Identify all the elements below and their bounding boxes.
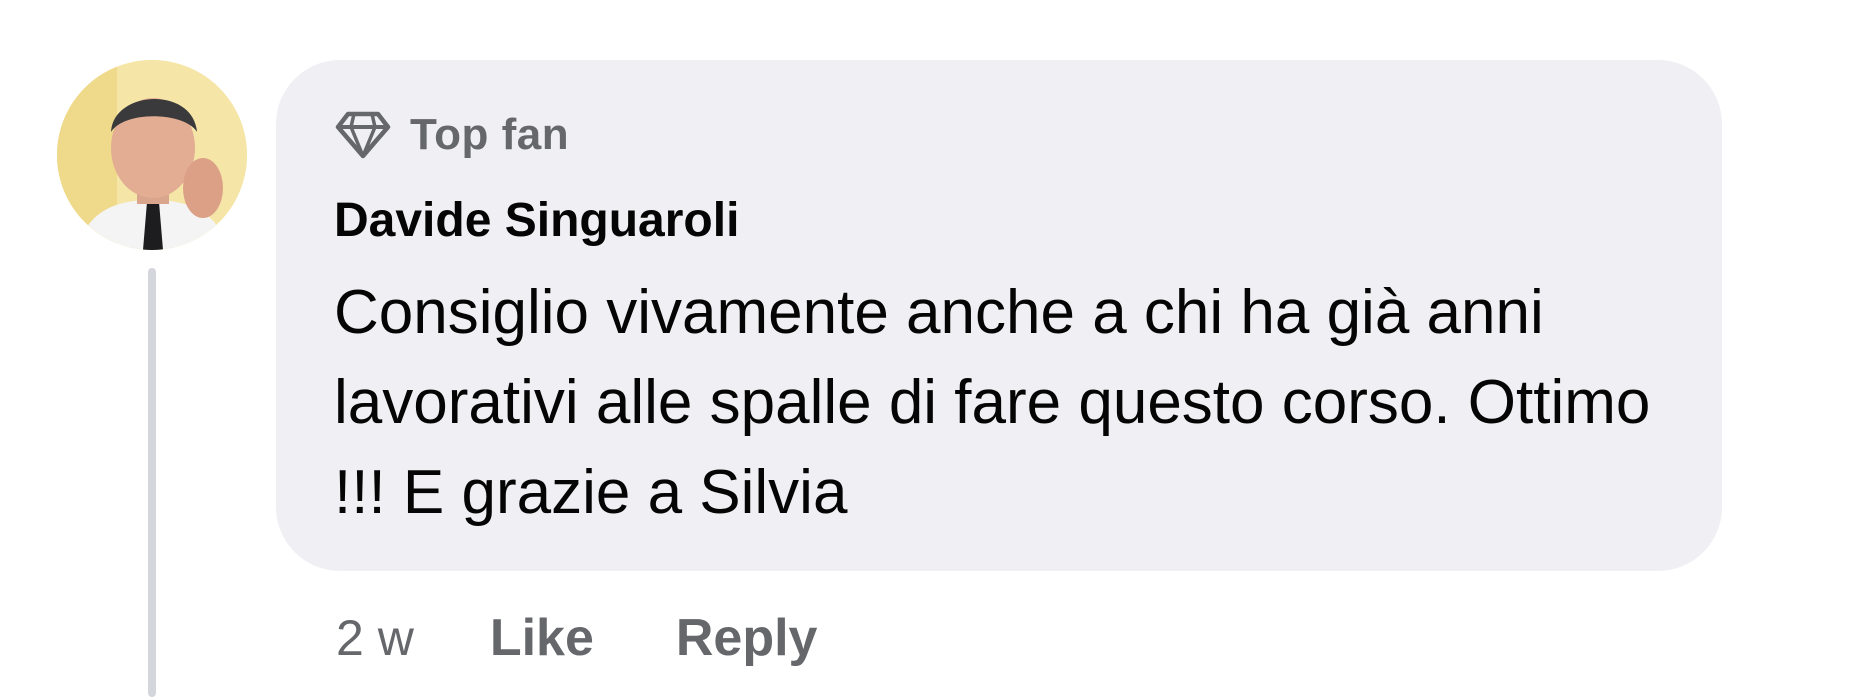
reply-button[interactable]: Reply: [676, 608, 818, 668]
like-button[interactable]: Like: [490, 608, 594, 668]
top-fan-badge[interactable]: Top fan: [334, 104, 1664, 166]
comment-actions: 2 w Like Reply: [336, 598, 899, 678]
comment-text: Consiglio vivamente anche a chi ha già a…: [334, 278, 1651, 527]
thread-line: [148, 268, 156, 697]
author-name[interactable]: Davide Singuaroli: [334, 192, 1664, 250]
diamond-icon: [334, 110, 392, 160]
comment-timestamp[interactable]: 2 w: [336, 609, 414, 667]
comment-bubble: Top fan Davide Singuaroli Consiglio viva…: [276, 60, 1722, 571]
avatar-photo: [57, 60, 247, 250]
badge-label: Top fan: [410, 110, 570, 159]
avatar[interactable]: [57, 60, 247, 250]
